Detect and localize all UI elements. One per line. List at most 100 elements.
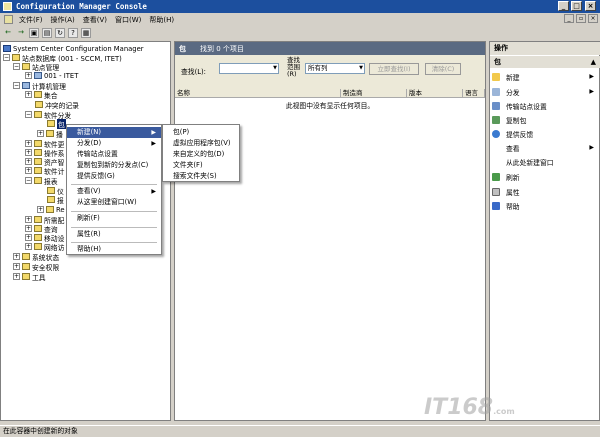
ctx-copy-package[interactable]: 复制包到新的分发点(C) — [67, 160, 161, 171]
server-icon — [3, 45, 11, 52]
column-manufacturer[interactable]: 制造商 — [341, 89, 407, 98]
expand-icon[interactable]: + — [25, 72, 32, 79]
expand-icon[interactable]: + — [25, 140, 32, 147]
tree-node-site[interactable]: +001 - ITET — [25, 71, 78, 80]
action-distribute[interactable]: 分发 ▶ — [492, 86, 598, 97]
help-icon[interactable]: ? — [68, 28, 78, 38]
document-icon — [4, 15, 13, 24]
tree-node-site-mgmt[interactable]: − 站点管理 — [13, 62, 59, 72]
collapse-up-icon[interactable]: ▲ — [591, 56, 596, 68]
ctx-transfer-settings[interactable]: 传输站点设置 — [67, 149, 161, 160]
find-now-button[interactable]: 立即查找(I) — [369, 63, 419, 75]
tree-node-reporting[interactable]: − 报表 — [25, 176, 58, 186]
action-new-window[interactable]: 从此处新建窗口 — [492, 156, 598, 167]
ctx-new-search-folder[interactable]: 搜索文件夹(S) — [163, 171, 239, 182]
menu-file[interactable]: 文件(F) — [15, 15, 47, 25]
tree-node-system-status[interactable]: + 系统状态 — [13, 252, 59, 262]
action-view[interactable]: 查看 ▶ — [492, 142, 598, 153]
expand-icon[interactable]: + — [37, 130, 44, 137]
column-version[interactable]: 版本 — [407, 89, 463, 98]
expand-icon[interactable]: + — [25, 234, 32, 241]
menu-help[interactable]: 帮助(H) — [145, 15, 178, 25]
scope-select[interactable]: 所有列 ▼ — [305, 63, 365, 74]
ctx-distribute[interactable]: 分发(D) ▶ — [67, 138, 161, 149]
tree-node-packages[interactable]: 包 — [47, 118, 66, 129]
ctx-new-folder[interactable]: 文件夹(F) — [163, 160, 239, 171]
tree-node-network-access[interactable]: + 网络访 — [25, 242, 64, 252]
mdi-close-button[interactable]: × — [588, 14, 598, 23]
tree-node-reports[interactable]: 报 — [47, 195, 64, 205]
ctx-view[interactable]: 查看(V) ▶ — [67, 186, 161, 197]
expand-icon[interactable]: + — [25, 149, 32, 156]
collapse-icon[interactable]: − — [25, 111, 32, 118]
expand-icon[interactable]: + — [13, 273, 20, 280]
expand-icon[interactable]: + — [25, 225, 32, 232]
action-refresh[interactable]: 刷新 — [492, 171, 598, 182]
folder-icon — [46, 130, 54, 137]
search-input[interactable]: ▼ — [219, 63, 279, 74]
expand-icon[interactable]: + — [25, 167, 32, 174]
action-help[interactable]: 帮助 — [492, 200, 598, 211]
tree-node-tools[interactable]: + 工具 — [13, 272, 46, 282]
action-copy-package[interactable]: 复制包 — [492, 114, 598, 125]
column-language[interactable]: 语言 — [463, 89, 485, 98]
expand-icon[interactable]: + — [37, 206, 44, 213]
ctx-new[interactable]: 新建(N) ▶ — [67, 127, 161, 138]
maximize-button[interactable]: □ — [571, 1, 582, 11]
mdi-restore-button[interactable]: ▫ — [576, 14, 586, 23]
folder-icon — [34, 225, 42, 232]
minimize-button[interactable]: _ — [558, 1, 569, 11]
transfer-icon — [492, 101, 500, 110]
expand-icon[interactable]: + — [25, 243, 32, 250]
forward-arrow-icon[interactable]: → — [16, 28, 26, 38]
tree-node-site-db[interactable]: − 站点数据库 (001 - SCCM, ITET) — [3, 53, 122, 63]
folder-icon — [35, 101, 43, 108]
expand-icon[interactable]: + — [13, 253, 20, 260]
menu-action[interactable]: 操作(A) — [47, 15, 79, 25]
close-button[interactable]: × — [585, 1, 596, 11]
ctx-properties[interactable]: 属性(R) — [67, 229, 161, 240]
clear-button[interactable]: 清除(C) — [425, 63, 461, 75]
ctx-refresh[interactable]: 刷新(F) — [67, 213, 161, 224]
ctx-feedback[interactable]: 提供反馈(G) — [67, 171, 161, 182]
tree-node-software-metering[interactable]: + 软件计 — [25, 166, 64, 176]
action-new[interactable]: 新建 ▶ — [492, 71, 598, 82]
ctx-help[interactable]: 帮助(H) — [67, 244, 161, 255]
menu-view[interactable]: 查看(V) — [79, 15, 111, 25]
up-folder-icon[interactable]: ▣ — [29, 28, 39, 38]
ctx-new-package-from-definition[interactable]: 来自定义的包(D) — [163, 149, 239, 160]
expand-icon[interactable]: + — [13, 263, 20, 270]
action-transfer-settings[interactable]: 传输站点设置 — [492, 100, 598, 111]
tree-node-advertisements[interactable]: + 播 — [37, 129, 63, 139]
show-tree-icon[interactable]: ▤ — [42, 28, 52, 38]
tree-node-computer-mgmt[interactable]: − 计算机管理 — [13, 81, 66, 91]
tree-node-collections[interactable]: + 集合 — [25, 90, 58, 100]
tree-node-conflicts[interactable]: 冲突的记录 — [35, 100, 79, 110]
column-name[interactable]: 名称 — [175, 89, 341, 98]
expand-icon[interactable]: + — [25, 91, 32, 98]
expand-icon[interactable]: + — [25, 216, 32, 223]
tree-node-reporting-points[interactable]: + Re — [37, 205, 65, 214]
submenu-arrow-icon: ▶ — [589, 88, 594, 95]
back-arrow-icon[interactable]: ← — [3, 28, 13, 38]
action-properties[interactable]: 属性 — [492, 186, 598, 197]
collapse-icon[interactable]: − — [3, 54, 10, 61]
menu-window[interactable]: 窗口(W) — [111, 15, 145, 25]
collapse-icon[interactable]: − — [13, 82, 20, 89]
ctx-new-package[interactable]: 包(P) — [163, 127, 239, 138]
ctx-new-virtual-app-package[interactable]: 虚拟应用程序包(V) — [163, 138, 239, 149]
search-label: 查找(L): — [181, 68, 206, 76]
watermark-logo: IT168.com — [424, 395, 515, 420]
ctx-new-window[interactable]: 从这里创建窗口(W) — [67, 197, 161, 208]
folder-icon — [22, 273, 30, 280]
collapse-icon[interactable]: − — [25, 177, 32, 184]
properties-icon[interactable]: ▦ — [81, 28, 91, 38]
refresh-icon[interactable]: ↻ — [55, 28, 65, 38]
mdi-minimize-button[interactable]: _ — [564, 14, 574, 23]
actions-subheader[interactable]: 包 ▲ — [490, 56, 600, 68]
collapse-icon[interactable]: − — [13, 63, 20, 70]
action-feedback[interactable]: 提供反馈 — [492, 128, 598, 139]
refresh-icon — [492, 172, 500, 181]
expand-icon[interactable]: + — [25, 158, 32, 165]
tree-node-security[interactable]: + 安全权限 — [13, 262, 59, 272]
